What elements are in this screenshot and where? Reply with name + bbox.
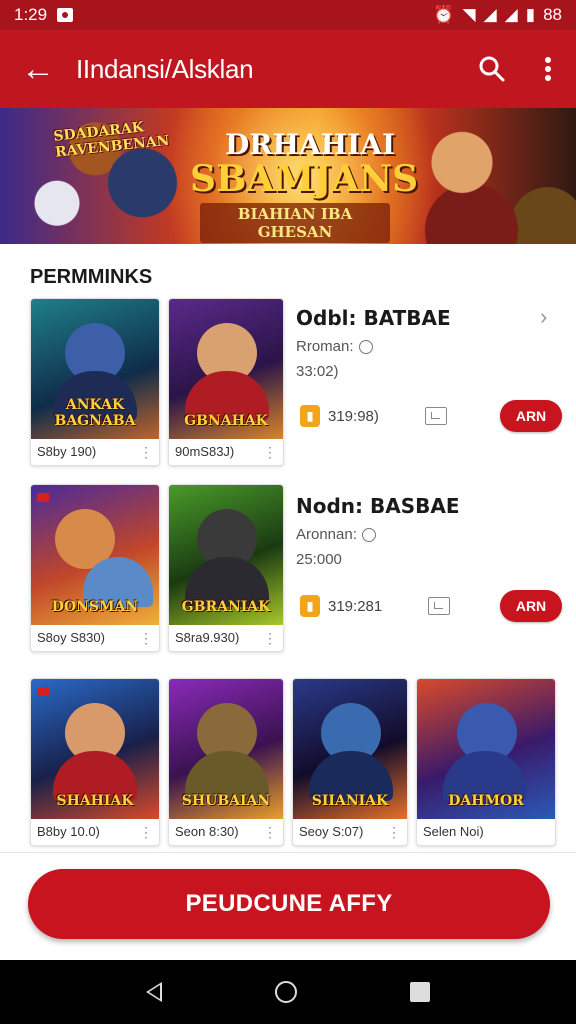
alarm-icon: ⏰ [433,5,455,24]
status-time: 1:29 [14,5,48,24]
app-bar: ← IIndansi/Alsklan [0,30,576,108]
banner-headline-3: BIAHIAN IBA GHESAN [200,203,390,243]
game-card[interactable]: SIIANIAK Seoy S:07) ⋮ [292,678,408,846]
price-row: ▮ 319:98) ARN [300,400,562,432]
game-meta-value: 33:02) [296,363,339,380]
card-caption-text: Selen Noi) [423,824,484,839]
primary-action-button[interactable]: PEUDCUNE AFFY [28,869,550,939]
card-caption: Seoy S:07) ⋮ [293,818,407,845]
card-caption: Seon 8:30) ⋮ [169,818,283,845]
coin-icon: ▮ [300,405,320,427]
wifi-icon: ◥ [462,5,476,24]
cover-title: SIIANIAK [311,793,389,809]
game-cover: ANKAK BAGNABA [31,299,159,439]
page-title: IIndansi/Alsklan [76,53,254,84]
nav-back-icon[interactable] [146,982,163,1002]
cover-title: GBRANIAK [181,599,271,615]
notification-icon [57,8,74,22]
battery-icon: ▮ [525,5,536,24]
more-options-icon[interactable]: ⋮ [387,825,401,839]
globe-icon [361,527,376,542]
game-info: Nodn: BASBAE Aronnan: 25:000 [296,494,566,568]
game-info: Odbl: BATBAE Rroman: 33:02) [296,306,566,380]
game-meta: Aronnan: [296,526,566,543]
card-caption: B8by 10.0) ⋮ [31,818,159,845]
flag-icon [37,687,49,696]
cover-title: ANKAK BAGNABA [54,397,136,429]
game-meta-label: Rroman: [296,338,354,355]
more-options-icon[interactable]: ⋮ [139,445,153,459]
game-cover: DONSMAN [31,485,159,625]
bottom-action-area: PEUDCUNE AFFY [0,852,576,960]
game-meta: Rroman: [296,338,566,355]
game-meta-value: 25:000 [296,551,342,568]
card-caption: S8by 190) ⋮ [31,438,159,465]
game-card[interactable]: SHAHIAK B8by 10.0) ⋮ [30,678,160,846]
more-options-icon[interactable]: ⋮ [263,825,277,839]
cover-title: SHAHIAK [56,793,134,809]
price-text: 319:98) [328,407,379,425]
card-caption: S8ra9.930) ⋮ [169,624,283,651]
card-caption-text: S8by 190) [37,444,97,459]
buy-button[interactable]: ARN [500,590,562,622]
card-caption-text: B8by 10.0) [37,824,100,839]
game-cover: SIIANIAK [293,679,407,819]
battery-level: 88 [543,5,562,24]
more-options-icon[interactable]: ⋮ [263,445,277,459]
game-cover: GBRANIAK [169,485,283,625]
card-caption-text: S8oy S830) [37,630,105,645]
chevron-right-icon[interactable]: › [540,304,547,330]
game-cover: SHAHIAK [31,679,159,819]
flag-icon [37,493,49,502]
more-vert-icon[interactable] [520,30,576,108]
cover-title: DAHMOR [448,793,524,809]
banner-headline-2: SBAMJANS [190,158,419,200]
cover-title: DONSMAN [51,599,139,615]
nav-recents-icon[interactable] [409,982,430,1002]
content-list: PERMMINKS ANKAK BAGNABA S8by 190) ⋮ GBNA… [0,244,576,852]
signal-icon: ◢ [504,5,518,24]
game-card[interactable]: GBNAHAK 90mS83J) ⋮ [168,298,284,466]
game-name: Odbl: BATBAE [296,306,451,330]
game-cover: SHUBAIAN [169,679,283,819]
status-bar: 1:29 ⏰ ◥ ◢ ◢ ▮ 88 [0,0,576,30]
globe-icon [358,339,373,354]
game-card[interactable]: DONSMAN S8oy S830) ⋮ [30,484,160,652]
price-text: 319:281 [328,597,383,615]
back-arrow-icon[interactable]: ← [0,30,76,108]
signal-icon: ◢ [483,5,497,24]
more-options-icon[interactable]: ⋮ [139,825,153,839]
price-row: ▮ 319:281 ARN [300,590,562,622]
buy-button[interactable]: ARN [500,400,562,432]
game-name: Nodn: BASBAE [296,494,460,518]
promo-banner[interactable]: SDADARAK RAVENBENAN DRHAHIAI SBAMJANS BI… [0,108,576,244]
card-caption: Selen Noi) [417,818,555,845]
game-cover: GBNAHAK [169,299,283,439]
gift-icon[interactable] [424,407,447,425]
game-card[interactable]: SHUBAIAN Seon 8:30) ⋮ [168,678,284,846]
card-caption-text: Seon 8:30) [175,824,239,839]
card-caption-text: Seoy S:07) [299,824,364,839]
cover-title: SHUBAIAN [181,793,271,809]
card-caption: S8oy S830) ⋮ [31,624,159,651]
card-caption-text: 90mS83J) [175,444,235,459]
game-card[interactable]: DAHMOR Selen Noi) [416,678,556,846]
game-card[interactable]: GBRANIAK S8ra9.930) ⋮ [168,484,284,652]
system-nav-bar [0,960,576,1024]
search-icon[interactable] [464,30,520,108]
section-title: PERMMINKS [30,266,153,288]
game-cover: DAHMOR [417,679,555,819]
more-options-icon[interactable]: ⋮ [263,631,277,645]
nav-home-icon[interactable] [274,981,297,1003]
card-caption: 90mS83J) ⋮ [169,438,283,465]
game-meta-label: Aronnan: [296,526,357,543]
card-caption-text: S8ra9.930) [175,630,240,645]
banner-headline-1: DRHAHIAI [224,128,396,161]
more-options-icon[interactable]: ⋮ [139,631,153,645]
cover-title: GBNAHAK [184,413,268,429]
gift-icon[interactable] [428,597,451,615]
coin-icon: ▮ [300,595,320,617]
game-card[interactable]: ANKAK BAGNABA S8by 190) ⋮ [30,298,160,466]
